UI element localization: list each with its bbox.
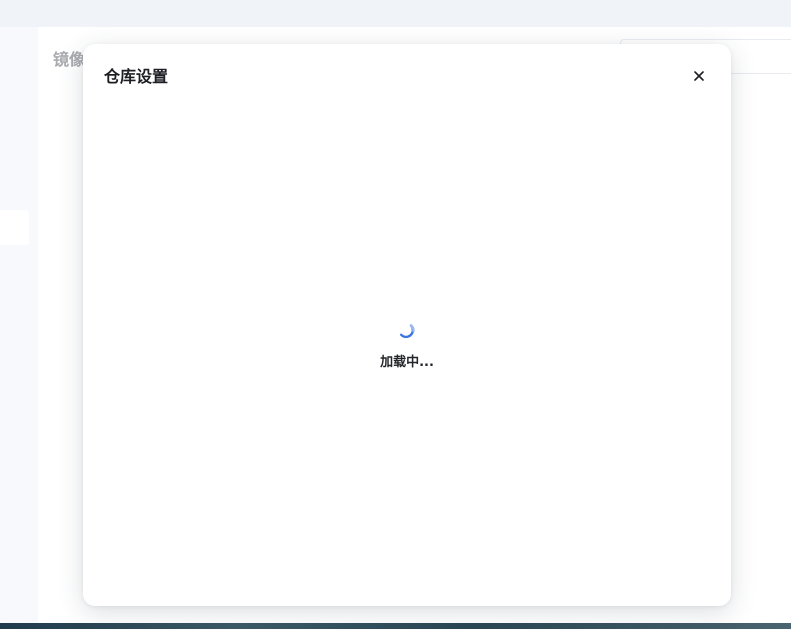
sidebar-active-item[interactable] — [0, 210, 29, 245]
dialog-title: 仓库设置 — [104, 67, 169, 86]
top-navigation-bar — [0, 0, 791, 27]
background-page-title: 镜像 — [53, 50, 86, 69]
repository-settings-dialog: 仓库设置 加载中... — [83, 44, 731, 606]
loading-spinner-icon — [400, 324, 415, 339]
left-sidebar — [0, 27, 38, 623]
close-icon — [694, 71, 704, 81]
loading-indicator: 加载中... — [83, 322, 731, 370]
bottom-image-strip — [0, 623, 791, 629]
loading-text: 加载中... — [380, 355, 434, 370]
dialog-close-button[interactable] — [688, 65, 710, 87]
